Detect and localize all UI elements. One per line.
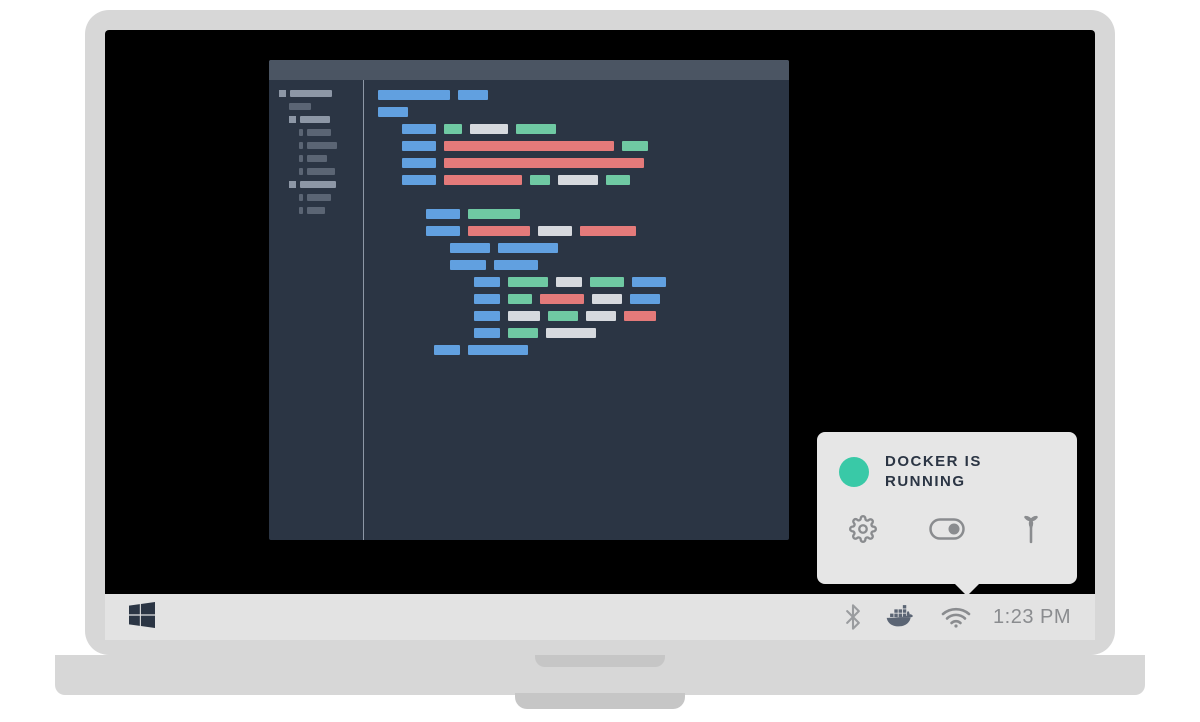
windows-taskbar: 1:23 PM xyxy=(105,594,1095,640)
docker-status-label: DOCKER IS RUNNING xyxy=(885,452,1055,491)
editor-titlebar[interactable] xyxy=(269,60,789,80)
laptop-notch xyxy=(535,655,665,667)
toggle-button[interactable] xyxy=(927,509,967,549)
docker-status-popover: DOCKER IS RUNNING xyxy=(817,432,1077,584)
docker-whale-icon xyxy=(885,604,919,630)
laptop-base xyxy=(55,655,1145,695)
docker-tray-item[interactable] xyxy=(885,604,919,630)
screen-bezel: DOCKER IS RUNNING xyxy=(85,10,1115,655)
gear-icon xyxy=(849,515,877,543)
code-editor-window xyxy=(269,60,789,540)
bluetooth-icon xyxy=(843,603,863,631)
desktop-screen: DOCKER IS RUNNING xyxy=(105,30,1095,640)
system-tray: 1:23 PM xyxy=(843,603,1071,631)
wrench-icon xyxy=(1018,514,1044,544)
toggle-icon xyxy=(929,518,965,540)
settings-button[interactable] xyxy=(843,509,883,549)
start-button[interactable] xyxy=(129,602,155,633)
wifi-tray-item[interactable] xyxy=(941,606,971,628)
editor-file-tree[interactable] xyxy=(269,80,364,540)
bluetooth-tray-item[interactable] xyxy=(843,603,863,631)
tools-button[interactable] xyxy=(1011,509,1051,549)
windows-logo-icon xyxy=(129,602,155,628)
taskbar-clock[interactable]: 1:23 PM xyxy=(993,606,1071,629)
editor-code-area[interactable] xyxy=(364,80,789,540)
laptop-frame: DOCKER IS RUNNING xyxy=(55,0,1145,695)
status-indicator-icon xyxy=(839,457,869,487)
wifi-icon xyxy=(941,606,971,628)
